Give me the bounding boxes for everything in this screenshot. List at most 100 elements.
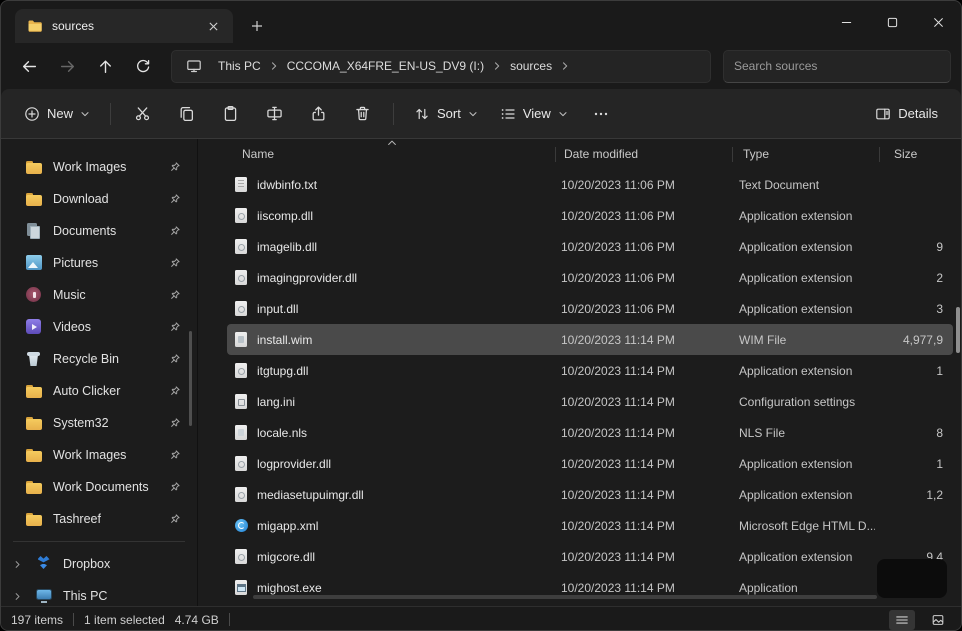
column-header-type[interactable]: Type [733,139,879,169]
scrollbar-corner-overlay [877,559,947,598]
close-button[interactable] [915,1,961,43]
chevron-right-icon[interactable] [269,61,279,71]
column-header-size[interactable]: Size [880,139,961,169]
sidebar-item[interactable]: Recycle Bin [5,343,193,375]
file-size: 1 [875,364,953,378]
thumbnails-view-toggle[interactable] [925,610,951,630]
file-row[interactable]: install.wim 10/20/2023 11:14 PM WIM File… [227,324,953,355]
file-row[interactable]: migcore.dll 10/20/2023 11:14 PM Applicat… [227,541,953,572]
tab-sources[interactable]: sources [15,9,233,43]
file-type: Application extension [729,457,875,471]
horizontal-scrollbar[interactable] [253,595,877,599]
forward-button[interactable] [49,49,85,83]
breadcrumb-item[interactable]: This PC [210,55,269,77]
chevron-right-icon[interactable] [13,592,25,601]
back-button[interactable] [11,49,47,83]
sidebar-item-icon [35,588,53,604]
file-date-modified: 10/20/2023 11:14 PM [553,333,729,347]
address-bar[interactable]: This PC CCCOMA_X64FRE_EN-US_DV9 (I:) sou… [171,50,711,83]
refresh-button[interactable] [125,49,161,83]
chevron-right-icon[interactable] [560,61,570,71]
breadcrumb-item[interactable]: CCCOMA_X64FRE_EN-US_DV9 (I:) [279,55,492,77]
details-panel-icon [875,106,891,122]
file-icon [234,208,249,224]
file-type: Application extension [729,550,875,564]
sidebar-item[interactable]: Documents [5,215,193,247]
copy-button[interactable] [166,97,206,131]
new-tab-button[interactable] [245,14,269,38]
file-row[interactable]: locale.nls 10/20/2023 11:14 PM NLS File … [227,417,953,448]
file-row[interactable]: imagelib.dll 10/20/2023 11:06 PM Applica… [227,231,953,262]
sidebar-item[interactable]: Music [5,279,193,311]
minimize-button[interactable] [823,1,869,43]
rename-button[interactable] [254,97,294,131]
file-row[interactable]: mediasetupuimgr.dll 10/20/2023 11:14 PM … [227,479,953,510]
chevron-right-icon[interactable] [13,560,25,569]
new-button[interactable]: New [15,97,99,131]
sidebar-item-icon [25,191,43,207]
file-name: mighost.exe [257,581,553,595]
sidebar-item[interactable]: Dropbox [5,548,193,580]
more-options-button[interactable] [581,97,621,131]
file-name: iiscomp.dll [257,209,553,223]
file-row[interactable]: iiscomp.dll 10/20/2023 11:06 PM Applicat… [227,200,953,231]
sidebar-item[interactable]: Work Images [5,439,193,471]
search-input[interactable] [734,59,940,73]
file-type: Application [729,581,875,595]
sidebar-item[interactable]: Auto Clicker [5,375,193,407]
file-row[interactable]: lang.ini 10/20/2023 11:14 PM Configurati… [227,386,953,417]
view-button[interactable]: View [491,97,577,131]
breadcrumb-item[interactable]: sources [502,55,560,77]
file-type: WIM File [729,333,875,347]
sidebar-scrollbar[interactable] [189,331,192,426]
chevron-right-icon[interactable] [492,61,502,71]
file-name: locale.nls [257,426,553,440]
divider [393,103,394,125]
delete-button[interactable] [342,97,382,131]
file-row[interactable]: idwbinfo.txt 10/20/2023 11:06 PM Text Do… [227,169,953,200]
share-button[interactable] [298,97,338,131]
sidebar-item[interactable]: Tashreef [5,503,193,535]
file-type: Application extension [729,302,875,316]
sort-ascending-icon [387,140,396,146]
file-row[interactable]: itgtupg.dll 10/20/2023 11:14 PM Applicat… [227,355,953,386]
sidebar-item[interactable]: Download [5,183,193,215]
details-button[interactable]: Details [866,97,947,131]
file-name: migapp.xml [257,519,553,533]
up-button[interactable] [87,49,123,83]
file-row[interactable]: logprovider.dll 10/20/2023 11:14 PM Appl… [227,448,953,479]
file-type: Microsoft Edge HTML D... [729,519,875,533]
sidebar-item-icon [25,255,43,271]
sidebar-item-label: Work Documents [53,480,158,494]
file-row[interactable]: migapp.xml 10/20/2023 11:14 PM Microsoft… [227,510,953,541]
paste-button[interactable] [210,97,250,131]
sidebar-item-icon [25,351,43,367]
vertical-scrollbar-thumb[interactable] [956,307,960,353]
file-icon [234,270,249,286]
cut-button[interactable] [122,97,162,131]
maximize-button[interactable] [869,1,915,43]
pin-icon [168,449,181,462]
sidebar-item[interactable]: System32 [5,407,193,439]
explorer-window: sources [0,0,962,631]
details-view-toggle[interactable] [889,610,915,630]
file-row[interactable]: input.dll 10/20/2023 11:06 PM Applicatio… [227,293,953,324]
file-date-modified: 10/20/2023 11:14 PM [553,364,729,378]
file-icon [234,332,249,348]
sidebar-item[interactable]: Videos [5,311,193,343]
sidebar-item[interactable]: Work Documents [5,471,193,503]
sort-button[interactable]: Sort [405,97,487,131]
file-row[interactable]: imagingprovider.dll 10/20/2023 11:06 PM … [227,262,953,293]
sidebar-item[interactable]: Pictures [5,247,193,279]
selection-count: 1 item selected [84,613,165,627]
view-label: View [523,106,551,121]
sidebar-item[interactable]: This PC [5,580,193,606]
sidebar-item-label: Videos [53,320,158,334]
tab-close-icon[interactable] [201,14,225,38]
column-header-date[interactable]: Date modified [556,139,732,169]
column-header-name[interactable]: Name [228,139,555,169]
sidebar-item[interactable]: Work Images [5,151,193,183]
file-type: NLS File [729,426,875,440]
sidebar-item-icon [25,287,43,303]
sidebar-item-label: Documents [53,224,158,238]
